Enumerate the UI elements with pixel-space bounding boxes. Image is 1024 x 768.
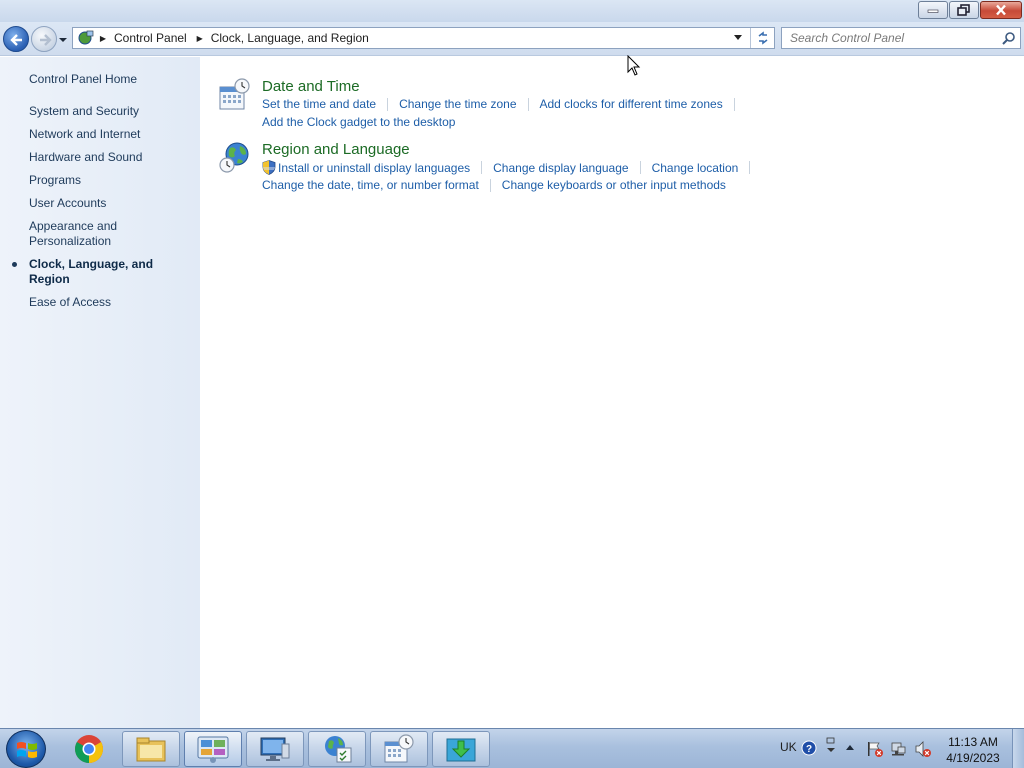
link-divider xyxy=(481,161,483,174)
close-button[interactable] xyxy=(980,1,1022,19)
address-bar[interactable]: ▶ Control Panel ▶ Clock, Language, and R… xyxy=(72,27,775,49)
mouse-cursor-icon xyxy=(627,55,641,76)
input-language-indicator[interactable]: UK xyxy=(780,740,797,754)
category-date-time: Date and Time Set the time and date Chan… xyxy=(218,78,998,134)
chrome-icon xyxy=(75,735,103,763)
region-and-language-heading[interactable]: Region and Language xyxy=(262,141,410,158)
action-center-flag-icon[interactable] xyxy=(866,740,884,758)
breadcrumb-separator-icon[interactable]: ▶ xyxy=(96,34,110,43)
volume-muted-icon[interactable] xyxy=(914,740,932,758)
add-clock-gadget-link[interactable]: Add the Clock gadget to the desktop xyxy=(262,115,455,129)
taskbar-explorer-button[interactable] xyxy=(122,731,180,767)
sidebar-item-network-internet[interactable]: Network and Internet xyxy=(29,127,194,142)
region-language-icon xyxy=(325,736,352,763)
taskbar-date-time-button[interactable] xyxy=(370,731,428,767)
show-desktop-button[interactable] xyxy=(1012,729,1024,768)
link-divider xyxy=(387,97,389,111)
sidebar-item-appearance-personalization[interactable]: Appearance and Personalization xyxy=(29,219,194,249)
date-time-links-row2: Add the Clock gadget to the desktop xyxy=(262,115,455,129)
change-keyboards-link[interactable]: Change keyboards or other input methods xyxy=(502,178,726,192)
network-status-icon[interactable] xyxy=(890,740,908,758)
taskbar-control-panel-button[interactable] xyxy=(184,731,242,767)
date-time-links-row1: Set the time and date Change the time zo… xyxy=(262,97,746,111)
link-divider xyxy=(489,178,491,192)
search-icon[interactable] xyxy=(1002,31,1016,45)
change-location-link[interactable]: Change location xyxy=(652,161,739,175)
restore-icon xyxy=(957,4,970,16)
change-date-time-number-format-link[interactable]: Change the date, time, or number format xyxy=(262,178,479,192)
windows-logo-icon xyxy=(17,742,37,758)
refresh-icon xyxy=(758,31,767,45)
file-explorer-icon xyxy=(136,737,166,762)
sidebar-item-clock-language-region[interactable]: Clock, Language, and Region xyxy=(12,257,194,287)
search-input[interactable] xyxy=(782,28,992,48)
forward-button[interactable] xyxy=(31,26,57,52)
category-region-language: Region and Language Install or uninstall… xyxy=(218,141,998,197)
chevron-down-icon xyxy=(734,35,742,40)
install-display-languages-link[interactable]: Install or uninstall display languages xyxy=(278,161,470,175)
control-panel-icon xyxy=(197,736,229,763)
breadcrumb-clock-language-region[interactable]: Clock, Language, and Region xyxy=(207,31,375,45)
region-language-links-row1: Install or uninstall display languages C… xyxy=(262,160,761,175)
date-and-time-heading[interactable]: Date and Time xyxy=(262,78,360,95)
taskbar-chrome-button[interactable] xyxy=(60,731,118,767)
computer-management-icon xyxy=(260,737,290,761)
set-time-date-link[interactable]: Set the time and date xyxy=(262,97,376,111)
category-list: System and Security Network and Internet… xyxy=(12,104,194,318)
link-divider xyxy=(733,97,735,111)
left-navigation-pane: Control Panel Home System and Security N… xyxy=(0,57,200,728)
start-button[interactable] xyxy=(6,730,46,768)
sidebar-item-system-security[interactable]: System and Security xyxy=(29,104,194,119)
navigation-bar: ▶ Control Panel ▶ Clock, Language, and R… xyxy=(0,22,1024,56)
taskbar-download-button[interactable] xyxy=(432,731,490,767)
control-panel-icon xyxy=(78,30,94,45)
breadcrumb-separator-icon[interactable]: ▶ xyxy=(193,34,207,43)
taskbar-region-language-button[interactable] xyxy=(308,731,366,767)
link-divider xyxy=(749,161,751,174)
calendar-clock-icon[interactable] xyxy=(218,78,252,112)
forward-arrow-icon xyxy=(40,34,52,46)
taskbar-computer-management-button[interactable] xyxy=(246,731,304,767)
sidebar-item-ease-of-access[interactable]: Ease of Access xyxy=(29,295,194,310)
breadcrumb-control-panel[interactable]: Control Panel xyxy=(110,31,193,45)
link-divider xyxy=(639,161,641,174)
recent-pages-dropdown[interactable] xyxy=(58,35,68,45)
back-arrow-icon xyxy=(10,34,22,46)
uac-shield-icon xyxy=(262,160,276,175)
clock-date: 4/19/2023 xyxy=(946,751,1000,765)
address-dropdown-button[interactable] xyxy=(728,28,748,48)
add-clocks-link[interactable]: Add clocks for different time zones xyxy=(540,97,723,111)
window-title-bar[interactable] xyxy=(0,0,1024,22)
language-bar-options-icon[interactable] xyxy=(825,737,837,757)
minimize-icon xyxy=(927,9,939,13)
sidebar-item-user-accounts[interactable]: User Accounts xyxy=(29,196,194,211)
show-hidden-icons-icon[interactable] xyxy=(845,743,855,751)
main-content: Date and Time Set the time and date Chan… xyxy=(200,57,1024,728)
sidebar-item-hardware-sound[interactable]: Hardware and Sound xyxy=(29,150,194,165)
system-clock[interactable]: 11:13 AM 4/19/2023 xyxy=(938,734,1008,766)
change-display-language-link[interactable]: Change display language xyxy=(493,161,628,175)
globe-clock-icon[interactable] xyxy=(218,141,252,175)
link-divider xyxy=(527,97,529,111)
change-time-zone-link[interactable]: Change the time zone xyxy=(399,97,516,111)
help-icon[interactable]: ? xyxy=(801,740,817,756)
minimize-button[interactable] xyxy=(918,1,948,19)
sidebar-item-programs[interactable]: Programs xyxy=(29,173,194,188)
refresh-button[interactable] xyxy=(750,28,774,48)
taskbar: UK ? 11:13 AM 4/19/2023 xyxy=(0,728,1024,768)
download-icon xyxy=(446,738,476,762)
region-language-links-row2: Change the date, time, or number format … xyxy=(262,178,726,192)
svg-text:?: ? xyxy=(806,744,812,755)
date-time-icon xyxy=(384,734,414,763)
close-icon xyxy=(996,4,1006,16)
back-button[interactable] xyxy=(3,26,29,52)
clock-time: 11:13 AM xyxy=(948,735,998,749)
search-box[interactable] xyxy=(781,27,1021,49)
restore-button[interactable] xyxy=(949,1,979,19)
control-panel-home-link[interactable]: Control Panel Home xyxy=(29,72,137,86)
